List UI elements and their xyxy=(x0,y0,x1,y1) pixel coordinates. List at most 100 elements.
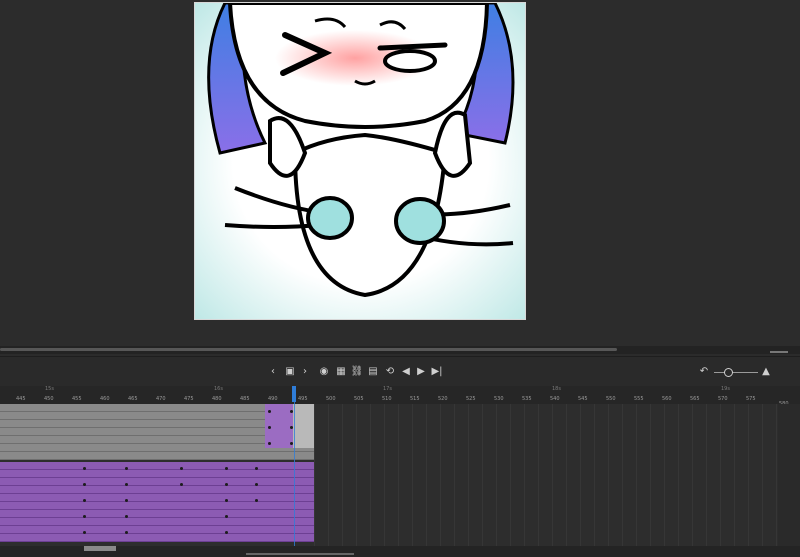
layer-row[interactable] xyxy=(0,462,314,470)
second-mark: 16s xyxy=(214,386,223,392)
ruler-label: 545 xyxy=(578,396,588,402)
layer-row[interactable] xyxy=(0,486,314,494)
undo-icon[interactable]: ↶ xyxy=(697,365,711,379)
layer-row[interactable] xyxy=(0,478,314,486)
ruler-label: 535 xyxy=(522,396,532,402)
ruler-label: 475 xyxy=(184,396,194,402)
ruler-label: 540 xyxy=(550,396,560,402)
ruler-label: 575 xyxy=(746,396,756,402)
frame-scroll-thumb[interactable] xyxy=(246,553,354,555)
keyframe[interactable] xyxy=(83,499,86,502)
keyframe[interactable] xyxy=(83,515,86,518)
scroll-thumb[interactable] xyxy=(0,348,617,351)
ruler-label: 505 xyxy=(354,396,364,402)
frame-grid xyxy=(314,404,800,546)
ruler-label: 520 xyxy=(438,396,448,402)
keyframe[interactable] xyxy=(290,426,293,429)
keyframe[interactable] xyxy=(125,483,128,486)
layer-scroll-thumb[interactable] xyxy=(84,546,116,551)
mountain-zoom-icon[interactable]: ▲ xyxy=(759,365,773,379)
character-illustration xyxy=(195,3,525,319)
keyframe[interactable] xyxy=(83,531,86,534)
stage-horizontal-scrollbar[interactable] xyxy=(0,346,800,354)
second-mark: 17s xyxy=(383,386,392,392)
layer-row[interactable] xyxy=(0,510,314,518)
layer-row[interactable] xyxy=(0,502,314,510)
keyframe[interactable] xyxy=(268,426,271,429)
keyframe[interactable] xyxy=(225,531,228,534)
layer-row[interactable] xyxy=(0,534,314,542)
playhead[interactable] xyxy=(292,386,296,402)
second-mark: 15s xyxy=(45,386,54,392)
timeline-bottom-scrollbar[interactable] xyxy=(0,546,800,557)
ruler-label: 560 xyxy=(662,396,672,402)
ruler-label: 465 xyxy=(128,396,138,402)
layer-row[interactable] xyxy=(0,526,314,534)
keyframe[interactable] xyxy=(180,467,183,470)
ruler-label: 450 xyxy=(44,396,54,402)
stage-area xyxy=(0,0,800,346)
keyframe[interactable] xyxy=(255,483,258,486)
keyframe[interactable] xyxy=(83,467,86,470)
ruler-label: 445 xyxy=(16,396,26,402)
keyframe[interactable] xyxy=(225,499,228,502)
zoom-slider-knob[interactable] xyxy=(724,368,733,377)
timeline-toolbar: ‹ ▣ › ◉ ▦ ⛓ ▤ ⟲ ◀ ▶ ▶| ↶ ▲ xyxy=(0,356,800,387)
ruler-label: 570 xyxy=(718,396,728,402)
keyframe[interactable] xyxy=(268,442,271,445)
layer-row[interactable] xyxy=(0,494,314,502)
keyframe[interactable] xyxy=(180,483,183,486)
ruler-label: 460 xyxy=(100,396,110,402)
camera-icon[interactable]: ▤ xyxy=(366,365,380,379)
keyframe[interactable] xyxy=(225,515,228,518)
loop-icon[interactable]: ⟲ xyxy=(383,365,397,379)
keyframe[interactable] xyxy=(255,467,258,470)
keyframe[interactable] xyxy=(125,515,128,518)
ruler-label: 525 xyxy=(466,396,476,402)
keyframe[interactable] xyxy=(290,410,293,413)
step-back-icon[interactable]: ◀ xyxy=(399,365,413,379)
keyframe[interactable] xyxy=(225,483,228,486)
layer-row[interactable] xyxy=(0,452,314,460)
ruler-label: 530 xyxy=(494,396,504,402)
ruler-label: 480 xyxy=(212,396,222,402)
prev-keyframe-button[interactable]: ‹ xyxy=(266,365,280,379)
layer-row[interactable] xyxy=(0,470,314,478)
link-icon[interactable]: ⛓ xyxy=(350,365,364,379)
ruler-label: 510 xyxy=(382,396,392,402)
frame-ruler[interactable]: 15s 16s 17s 18s 19s 445 450 455 460 465 … xyxy=(0,386,800,405)
onion-skin-icon[interactable]: ◉ xyxy=(317,365,331,379)
ruler-label: 490 xyxy=(268,396,278,402)
keyframe[interactable] xyxy=(125,499,128,502)
timeline-right-scroll[interactable] xyxy=(778,404,800,546)
artboard-canvas[interactable] xyxy=(194,2,526,320)
ruler-label: 550 xyxy=(606,396,616,402)
panel-resize-grip[interactable] xyxy=(770,351,788,353)
ruler-label: 500 xyxy=(326,396,336,402)
keyframe[interactable] xyxy=(125,531,128,534)
ruler-label: 495 xyxy=(298,396,308,402)
layer-row[interactable] xyxy=(0,518,314,526)
ruler-label: 455 xyxy=(72,396,82,402)
edit-multiple-frames-icon[interactable]: ▦ xyxy=(334,365,348,379)
ruler-label: 515 xyxy=(410,396,420,402)
zoom-slider-track[interactable] xyxy=(714,372,758,373)
keyframe[interactable] xyxy=(255,499,258,502)
selected-frames-tail[interactable] xyxy=(293,404,314,448)
ruler-label: 555 xyxy=(634,396,644,402)
second-mark: 19s xyxy=(721,386,730,392)
second-mark: 18s xyxy=(552,386,561,392)
keyframe[interactable] xyxy=(125,467,128,470)
keyframe[interactable] xyxy=(225,467,228,470)
ruler-label: 565 xyxy=(690,396,700,402)
ruler-label: 485 xyxy=(240,396,250,402)
keyframe[interactable] xyxy=(83,483,86,486)
insert-keyframe-icon[interactable]: ▣ xyxy=(283,365,297,379)
next-keyframe-button[interactable]: › xyxy=(298,365,312,379)
play-button[interactable]: ▶ xyxy=(414,365,428,379)
step-forward-icon[interactable]: ▶| xyxy=(430,365,444,379)
playhead-line xyxy=(294,402,295,546)
keyframe[interactable] xyxy=(268,410,271,413)
ruler-label: 470 xyxy=(156,396,166,402)
keyframe[interactable] xyxy=(290,442,293,445)
